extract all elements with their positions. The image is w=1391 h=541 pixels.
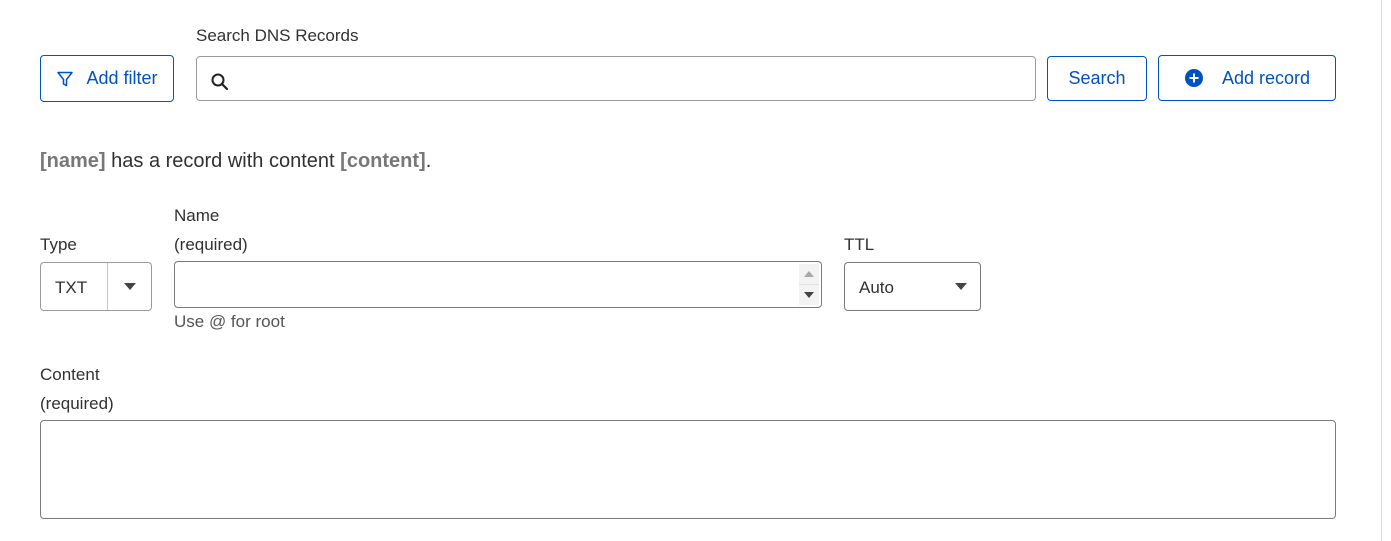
dns-records-page: Add filter Search DNS Records Search Add… bbox=[0, 0, 1391, 541]
caret-down-icon bbox=[955, 283, 967, 290]
name-stepper[interactable] bbox=[799, 264, 819, 305]
search-button[interactable]: Search bbox=[1047, 56, 1147, 101]
chevron-up-icon bbox=[804, 271, 814, 277]
content-textarea[interactable] bbox=[41, 421, 1335, 518]
add-record-label: Add record bbox=[1221, 67, 1311, 88]
filter-icon bbox=[56, 70, 74, 88]
add-record-button[interactable]: Add record bbox=[1158, 55, 1336, 101]
name-label: Name bbox=[174, 206, 220, 225]
search-icon bbox=[210, 72, 230, 92]
add-filter-label: Add filter bbox=[86, 68, 158, 88]
search-label: Search DNS Records bbox=[196, 26, 359, 45]
stepper-down-button[interactable] bbox=[799, 285, 819, 305]
type-select-divider bbox=[107, 263, 108, 310]
type-selected-value: TXT bbox=[55, 278, 88, 297]
ttl-select[interactable]: Auto bbox=[844, 262, 981, 311]
page-edge-divider bbox=[1381, 0, 1382, 541]
content-label: Content bbox=[40, 365, 100, 384]
name-hint: Use @ for root bbox=[174, 312, 285, 331]
search-field[interactable] bbox=[196, 56, 1036, 102]
record-preview: [name] has a record with content [conten… bbox=[40, 150, 431, 173]
type-select[interactable]: TXT bbox=[40, 262, 152, 311]
name-required-label: (required) bbox=[174, 235, 248, 254]
chevron-down-icon bbox=[804, 292, 814, 298]
type-label: Type bbox=[40, 235, 77, 254]
search-input[interactable] bbox=[237, 57, 1031, 102]
plus-circle-icon bbox=[1184, 68, 1204, 88]
content-placeholder: [content] bbox=[340, 150, 426, 172]
search-button-label: Search bbox=[1068, 68, 1126, 88]
content-field[interactable] bbox=[40, 420, 1336, 519]
preview-middle-text: has a record with content bbox=[105, 150, 341, 172]
name-input[interactable] bbox=[185, 262, 799, 309]
add-filter-button[interactable]: Add filter bbox=[40, 55, 174, 102]
name-field[interactable] bbox=[174, 261, 822, 309]
preview-end-text: . bbox=[425, 150, 432, 172]
stepper-up-button[interactable] bbox=[799, 264, 819, 285]
content-required-label: (required) bbox=[40, 394, 114, 413]
name-placeholder: [name] bbox=[40, 150, 106, 172]
ttl-label: TTL bbox=[844, 235, 875, 254]
ttl-selected-value: Auto bbox=[859, 278, 894, 297]
caret-down-icon bbox=[124, 283, 136, 290]
